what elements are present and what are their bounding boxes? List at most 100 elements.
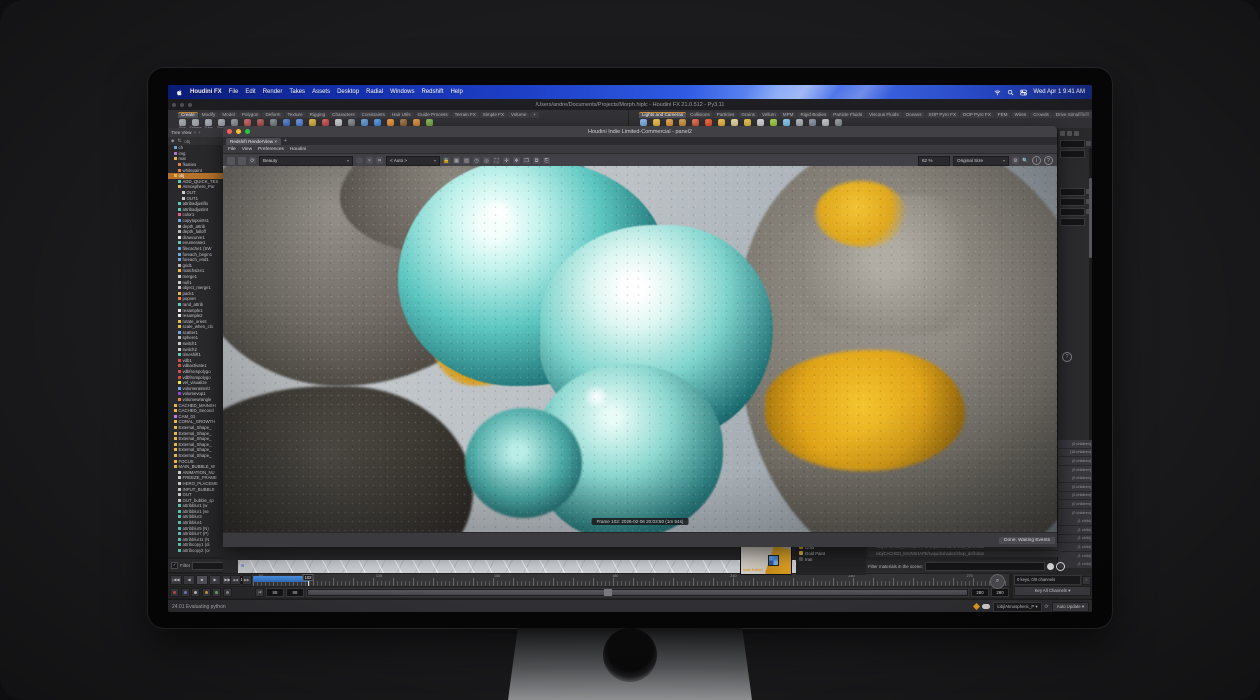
simcache-toggle[interactable] (212, 588, 221, 597)
keys-info-field[interactable]: 0 keys, 0/0 channels (1014, 575, 1081, 585)
monitor-icon[interactable]: ⧉ (533, 157, 540, 164)
step-back-button[interactable]: ◀ (183, 575, 195, 585)
shelf-tab-deform[interactable]: Deform (262, 112, 283, 118)
shelf-tab-collisions[interactable]: Collisions (687, 112, 713, 118)
shelf-tool-icon[interactable] (412, 119, 421, 126)
apple-icon[interactable] (176, 89, 183, 96)
menu-item-redshift[interactable]: Redshift (421, 89, 443, 95)
help-circle-icon[interactable]: ? (1044, 156, 1053, 165)
menu-item-radial[interactable]: Radial (366, 89, 383, 95)
children-count-row[interactable]: (0 children) (1058, 492, 1092, 500)
side-panel-icons[interactable] (1058, 128, 1092, 138)
shelf-tool-icon[interactable] (386, 119, 395, 126)
shelf-tool-icon[interactable] (230, 119, 239, 126)
shelf-tool-icon[interactable] (295, 119, 304, 126)
shelf-tab-simple-fx[interactable]: Simple FX (480, 112, 507, 118)
lock-icon[interactable]: 🔒 (443, 157, 450, 164)
render-stop-button[interactable] (238, 157, 246, 165)
rv-menu-view[interactable]: View (242, 147, 252, 152)
checker-icon[interactable]: ▨ (463, 157, 470, 164)
audio-toggle[interactable] (181, 588, 190, 597)
target-icon[interactable]: ◎ (483, 157, 490, 164)
shelf-tab-volume[interactable]: Volume (508, 112, 529, 118)
shelf-tool-icon[interactable] (269, 119, 278, 126)
children-count-row[interactable]: (18 children) (1058, 449, 1092, 457)
keyframe-toggle[interactable] (170, 588, 179, 597)
wifi-icon[interactable] (994, 89, 1001, 96)
children-count-row[interactable]: (0 children) (1058, 483, 1092, 491)
menu-item-render[interactable]: Render (263, 89, 283, 95)
shelf-tab-crowds[interactable]: Crowds (1030, 112, 1052, 118)
shelf-tab-dop-pyro-fx[interactable]: DOP Pyro FX (960, 112, 994, 118)
shelf-tool-icon[interactable] (691, 119, 700, 126)
shelf-tool-icon[interactable] (360, 119, 369, 126)
outline-circle-icon[interactable] (1056, 562, 1065, 571)
new-tab-icon[interactable]: + (198, 130, 201, 135)
shelf-tool-icon[interactable] (243, 119, 252, 126)
shelf-tool-icon[interactable] (665, 119, 674, 126)
menu-item-assets[interactable]: Assets (312, 89, 330, 95)
children-count-row[interactable]: (0 children) (1058, 500, 1092, 508)
shelf-tool-icon[interactable] (756, 119, 765, 126)
render-pass-select[interactable]: Beauty▾ (259, 156, 353, 166)
range-start-icon[interactable]: |◀ (255, 588, 264, 597)
shelf-tab-terrain-fx[interactable]: Terrain FX (452, 112, 479, 118)
info-icon[interactable]: i (1032, 156, 1041, 165)
range-start-field[interactable]: 88 (286, 588, 304, 597)
shelf-tool-icon[interactable] (652, 119, 661, 126)
tree-node-attribcopy2-or[interactable]: attribcopy2 (or (168, 548, 223, 554)
shelf-tool-icon[interactable] (795, 119, 804, 126)
children-count-row[interactable]: (0 children) (1058, 474, 1092, 482)
node-link-icon[interactable] (1086, 141, 1091, 146)
children-count-row[interactable]: (1 child) (1058, 543, 1092, 551)
filled-circle-icon[interactable] (1047, 563, 1054, 570)
refresh-icon[interactable]: ⟳ (249, 157, 256, 164)
crop-icon[interactable]: ⌗ (376, 157, 383, 164)
gear-icon[interactable]: ⚙ (1012, 157, 1019, 164)
shelf-tool-icon[interactable] (399, 119, 408, 126)
snapshot-icon[interactable] (356, 157, 363, 164)
shelf-tab-fem[interactable]: FEM (995, 112, 1011, 118)
menu-item-desktop[interactable]: Desktop (337, 89, 359, 95)
shelf-tab-wires[interactable]: Wires (1011, 112, 1029, 118)
zoom-level-field[interactable]: 62 % (918, 156, 950, 166)
rv-menu-houdini[interactable]: Houdini (290, 147, 306, 152)
shelf-tab-grains[interactable]: Grains (738, 112, 758, 118)
recook-icon[interactable]: ⟳ (1045, 604, 1049, 610)
auto-update-select[interactable]: Auto Update ▾ (1052, 602, 1089, 612)
mplay-icon[interactable] (768, 555, 779, 566)
shelf-tab-particle-fluids[interactable]: Particle Fluids (830, 112, 865, 118)
scrub-magnifier-icon[interactable]: ⌕ (990, 574, 1005, 589)
shelf-tab-sop-pyro-fx[interactable]: SOP Pyro FX (926, 112, 960, 118)
channel-editor-strip[interactable]: ⊞ Indie Edition (238, 560, 796, 573)
menu-item-help[interactable]: Help (450, 89, 462, 95)
key-all-channels-button[interactable]: Key All Channels ▾ (1014, 586, 1091, 596)
copy-icon[interactable]: ⎘ (543, 157, 550, 164)
shelf-tab-create[interactable]: Create (178, 112, 198, 118)
param-field[interactable] (1060, 150, 1085, 158)
children-count-row[interactable]: (0 children) (1058, 509, 1092, 517)
param-field[interactable] (1060, 208, 1085, 216)
dopnet-toggle[interactable] (223, 588, 232, 597)
children-count-row[interactable]: (1 child) (1058, 535, 1092, 543)
tree-view-tab[interactable]: Tree View × + (168, 128, 223, 137)
channel-handle-icon[interactable]: ⊞ (241, 563, 244, 568)
pin-icon[interactable]: ◆ (171, 138, 174, 144)
shelf-tool-icon[interactable] (639, 119, 648, 126)
nav-arrows-icon[interactable]: ⇅ (177, 138, 181, 144)
shelf-tool-icon[interactable] (308, 119, 317, 126)
message-log-icon[interactable] (982, 604, 990, 609)
display-size-select[interactable]: Original Size▾ (953, 156, 1009, 166)
shelf-tab-hair-utils[interactable]: Hair Utils (389, 112, 414, 118)
help-icon[interactable]: ? (1062, 352, 1072, 362)
jump-start-button[interactable]: |◀◀ (170, 575, 182, 585)
close-snapshot-icon[interactable]: × (366, 157, 373, 164)
shelf-tool-icon[interactable] (347, 119, 356, 126)
param-field[interactable] (1060, 198, 1085, 206)
resize-icon[interactable]: ✥ (513, 157, 520, 164)
clock-icon[interactable]: ◷ (473, 157, 480, 164)
snapshot-select[interactable]: < Auto >▾ (386, 156, 440, 166)
arrows-out-icon[interactable]: ✣ (503, 157, 510, 164)
children-count-row[interactable]: (0 children) (1058, 440, 1092, 448)
shelf-tab-modify[interactable]: Modify (199, 112, 219, 118)
